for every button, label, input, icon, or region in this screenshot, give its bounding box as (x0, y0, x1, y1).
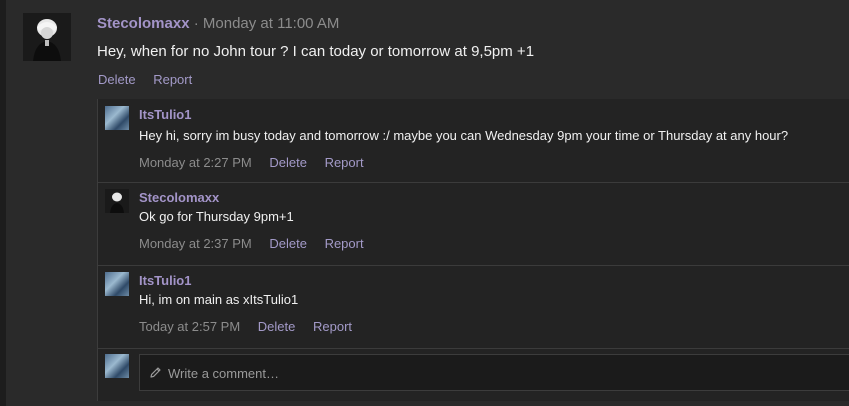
comments-section: ItsTulio1 Hey hi, sorry im busy today an… (97, 99, 849, 401)
comment-delete-link[interactable]: Delete (269, 155, 307, 170)
comment-author-avatar[interactable] (105, 106, 129, 130)
comment-item: ItsTulio1 Hey hi, sorry im busy today an… (98, 99, 849, 183)
post-actions: Delete Report (98, 72, 206, 87)
post-delete-link[interactable]: Delete (98, 72, 136, 87)
comment-author-name[interactable]: Stecolomaxx (139, 190, 219, 205)
post-author-name[interactable]: Stecolomaxx (97, 15, 190, 32)
comment-meta: Monday at 2:27 PM Delete Report (139, 155, 364, 170)
comment-author-name[interactable]: ItsTulio1 (139, 273, 191, 288)
comment-item: ItsTulio1 Hi, im on main as xItsTulio1 T… (98, 266, 849, 349)
comment-text: Hi, im on main as xItsTulio1 (139, 292, 299, 307)
comment-input[interactable] (166, 355, 847, 392)
pencil-icon (150, 367, 161, 378)
comment-timestamp[interactable]: Monday at 2:37 PM (139, 236, 252, 251)
post-header: Stecolomaxx · Monday at 11:00 AM (97, 15, 339, 32)
comment-timestamp[interactable]: Today at 2:57 PM (139, 319, 240, 334)
avatar-figure-icon (23, 13, 71, 61)
post-author-avatar[interactable] (23, 13, 71, 61)
comment-meta: Today at 2:57 PM Delete Report (139, 319, 352, 334)
comment-author-avatar[interactable] (105, 189, 129, 213)
comment-report-link[interactable]: Report (325, 236, 364, 251)
post-report-link[interactable]: Report (153, 72, 192, 87)
avatar-figure-icon (105, 189, 129, 213)
profile-post: Stecolomaxx · Monday at 11:00 AM Hey, wh… (6, 0, 849, 406)
comment-timestamp[interactable]: Monday at 2:27 PM (139, 155, 252, 170)
comment-delete-link[interactable]: Delete (269, 236, 307, 251)
comment-input-box[interactable] (139, 354, 849, 392)
post-timestamp[interactable]: Monday at 11:00 AM (203, 15, 339, 32)
comment-meta: Monday at 2:37 PM Delete Report (139, 236, 364, 251)
current-user-avatar[interactable] (105, 354, 129, 378)
comment-item: Stecolomaxx Ok go for Thursday 9pm+1 Mon… (98, 183, 849, 266)
comment-author-name[interactable]: ItsTulio1 (139, 107, 191, 122)
comment-author-avatar[interactable] (105, 272, 129, 296)
comment-report-link[interactable]: Report (325, 155, 364, 170)
comment-delete-link[interactable]: Delete (258, 319, 296, 334)
header-separator: · (193, 15, 199, 32)
post-message: Hey, when for no John tour ? I can today… (97, 43, 535, 60)
comment-text: Hey hi, sorry im busy today and tomorrow… (139, 128, 789, 143)
comment-report-link[interactable]: Report (313, 319, 352, 334)
comment-text: Ok go for Thursday 9pm+1 (139, 209, 294, 224)
